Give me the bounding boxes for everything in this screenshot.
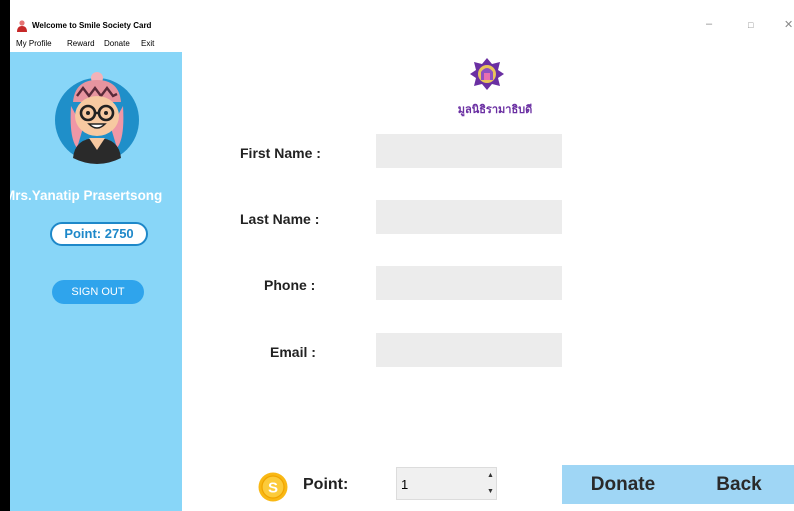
email-label: Email : bbox=[270, 344, 316, 360]
points-stepper[interactable]: 1 ▲ ▼ bbox=[396, 467, 497, 500]
sign-out-button[interactable]: SIGN OUT bbox=[52, 280, 144, 304]
action-bar: Donate Back bbox=[562, 465, 794, 504]
menu-my-profile[interactable]: My Profile bbox=[16, 39, 52, 48]
points-label: Point: bbox=[303, 476, 349, 493]
person-icon bbox=[17, 20, 27, 32]
close-button[interactable]: ✕ bbox=[784, 18, 793, 31]
donate-button[interactable]: Donate bbox=[562, 465, 684, 504]
last-name-label: Last Name : bbox=[240, 211, 320, 227]
sidebar: Mrs.Yanatip Prasertsong Point: 2750 SIGN… bbox=[10, 52, 182, 511]
menu-reward[interactable]: Reward bbox=[67, 39, 95, 48]
coin-letter: S bbox=[268, 480, 278, 497]
points-stepper-value[interactable]: 1 bbox=[401, 477, 408, 492]
first-name-label: First Name : bbox=[240, 145, 321, 161]
coin-icon: S bbox=[258, 472, 288, 502]
organization-name: มูลนิธิรามาธิบดี bbox=[457, 104, 533, 116]
email-field[interactable] bbox=[376, 333, 562, 367]
phone-field[interactable] bbox=[376, 266, 562, 300]
avatar bbox=[55, 72, 139, 164]
foundation-logo-icon bbox=[470, 58, 504, 90]
menu-bar: My Profile Reward Donate Exit bbox=[10, 38, 794, 52]
title-bar: Welcome to Smile Society Card – □ ✕ bbox=[10, 0, 794, 38]
window-title: Welcome to Smile Society Card bbox=[32, 21, 152, 30]
back-button[interactable]: Back bbox=[684, 465, 794, 504]
phone-label: Phone : bbox=[264, 277, 316, 293]
stepper-down-icon[interactable]: ▼ bbox=[485, 484, 496, 499]
first-name-field[interactable] bbox=[376, 134, 562, 168]
minimize-button[interactable]: – bbox=[706, 18, 712, 30]
user-name: Mrs.Yanatip Prasertsong bbox=[10, 188, 163, 203]
window-left-edge bbox=[0, 0, 10, 511]
point-badge: Point: 2750 bbox=[50, 222, 148, 246]
menu-donate[interactable]: Donate bbox=[104, 39, 130, 48]
menu-exit[interactable]: Exit bbox=[141, 39, 154, 48]
stepper-up-icon[interactable]: ▲ bbox=[485, 468, 496, 483]
maximize-button[interactable]: □ bbox=[748, 20, 753, 30]
last-name-field[interactable] bbox=[376, 200, 562, 234]
